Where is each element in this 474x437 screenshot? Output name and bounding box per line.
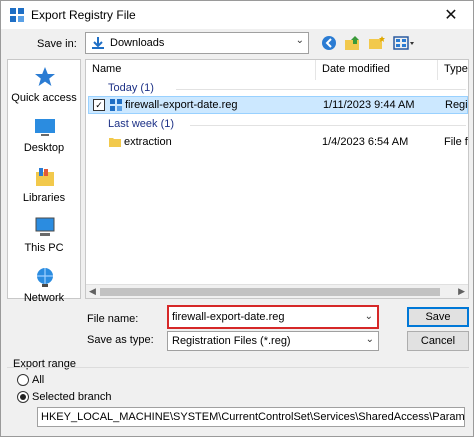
libraries-icon <box>36 168 54 186</box>
file-row-selected[interactable]: ✓ firewall-export-date.reg 1/11/2023 9:4… <box>88 96 468 114</box>
branch-path-input[interactable]: HKEY_LOCAL_MACHINE\SYSTEM\CurrentControl… <box>37 407 465 427</box>
view-menu-button[interactable] <box>391 34 417 52</box>
save-in-combo[interactable]: Downloads ⌄ <box>85 32 309 54</box>
new-folder-button[interactable] <box>367 34 387 52</box>
place-label: Desktop <box>23 142 65 154</box>
place-this-pc[interactable]: This PC <box>8 216 80 266</box>
save-as-type-label: Save as type: <box>87 334 154 346</box>
radio-all-label[interactable]: All <box>32 374 44 386</box>
chevron-down-icon[interactable]: ⌄ <box>365 311 373 322</box>
new-folder-icon <box>369 36 385 49</box>
view-menu-icon <box>393 36 414 50</box>
place-label: This PC <box>24 242 64 254</box>
group-divider <box>176 89 466 90</box>
export-registry-dialog: Export Registry File ✕ Save in: Download… <box>0 0 474 437</box>
file-type: File fo <box>444 136 468 148</box>
column-header-date[interactable]: Date modified <box>316 60 438 80</box>
file-date: 1/4/2023 6:54 AM <box>322 136 409 148</box>
radio-selected-branch[interactable] <box>17 391 29 403</box>
computer-icon <box>35 217 55 236</box>
place-label: Quick access <box>11 92 77 104</box>
close-icon: ✕ <box>444 7 458 24</box>
group-header-today[interactable]: Today (1) <box>108 82 154 94</box>
group-header-last-week[interactable]: Last week (1) <box>108 118 174 130</box>
title-bar[interactable]: Export Registry File ✕ <box>1 1 473 29</box>
place-quick-access[interactable]: Quick access <box>8 66 80 116</box>
chevron-down-icon: ⌄ <box>295 35 304 46</box>
desktop-icon <box>35 119 55 136</box>
place-network[interactable]: Network <box>8 266 80 316</box>
back-button[interactable] <box>319 34 339 52</box>
scroll-left-icon[interactable]: ◀ <box>89 286 96 297</box>
back-arrow-icon <box>322 36 336 50</box>
close-button[interactable]: ✕ <box>429 1 473 29</box>
group-divider <box>190 125 466 126</box>
folder-icon <box>109 138 121 147</box>
file-date: 1/11/2023 9:44 AM <box>323 99 415 111</box>
scroll-right-icon[interactable]: ▶ <box>458 286 465 297</box>
radio-selected-branch-label[interactable]: Selected branch <box>32 391 112 403</box>
chevron-down-icon[interactable]: ⌄ <box>366 334 374 345</box>
save-in-label: Save in: <box>37 38 77 50</box>
place-label: Network <box>23 292 65 304</box>
branch-path-value: HKEY_LOCAL_MACHINE\SYSTEM\CurrentControl… <box>41 411 465 423</box>
radio-all[interactable] <box>17 374 29 386</box>
places-bar: Quick access Desktop Libraries This PC N… <box>7 59 81 304</box>
file-name-input[interactable]: firewall-export-date.reg ⌄ <box>167 305 379 329</box>
scrollbar-thumb[interactable] <box>100 288 440 296</box>
file-type: Regis <box>445 99 468 111</box>
file-name-label: File name: <box>87 313 139 325</box>
save-as-type-select[interactable]: Registration Files (*.reg) ⌄ <box>167 331 379 351</box>
reg-file-icon <box>110 99 122 111</box>
up-folder-icon <box>345 36 359 50</box>
place-label: Libraries <box>22 192 66 204</box>
up-folder-button[interactable] <box>343 34 363 52</box>
network-icon <box>37 268 53 287</box>
file-name-value: firewall-export-date.reg <box>172 311 285 323</box>
place-desktop[interactable]: Desktop <box>8 116 80 166</box>
column-header-name[interactable]: Name <box>86 60 316 80</box>
downloads-icon <box>92 37 104 49</box>
save-in-value: Downloads <box>110 37 165 49</box>
save-as-type-value: Registration Files (*.reg) <box>172 335 291 347</box>
window-title: Export Registry File <box>31 8 136 22</box>
registry-editor-icon <box>10 8 24 22</box>
file-name: extraction <box>124 136 172 148</box>
place-libraries[interactable]: Libraries <box>8 166 80 216</box>
star-icon <box>35 67 55 86</box>
file-row[interactable]: extraction 1/4/2023 6:54 AM File fo <box>88 134 468 152</box>
navigation-toolbar <box>319 34 417 54</box>
save-button[interactable]: Save <box>407 307 469 327</box>
checkbox-checked[interactable]: ✓ <box>93 99 105 111</box>
file-list[interactable]: Name Date modified Type Today (1) ✓ fire… <box>85 59 469 299</box>
horizontal-scrollbar[interactable]: ◀ ▶ <box>86 284 468 298</box>
column-header-type[interactable]: Type <box>438 60 468 80</box>
file-name: firewall-export-date.reg <box>125 99 238 111</box>
cancel-button[interactable]: Cancel <box>407 331 469 351</box>
